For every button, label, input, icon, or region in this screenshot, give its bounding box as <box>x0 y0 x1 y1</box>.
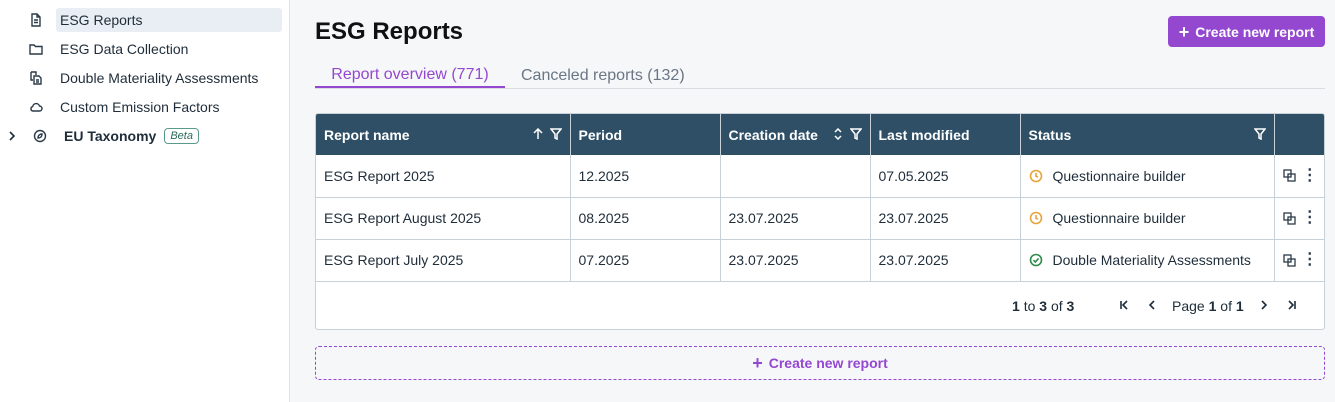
create-report-button[interactable]: + Create new report <box>1168 16 1325 47</box>
cell-report-name: ESG Report 2025 <box>316 155 571 198</box>
more-options-icon[interactable]: ⋮ <box>1302 210 1318 226</box>
first-page-icon[interactable] <box>1116 297 1132 313</box>
sort-icon[interactable] <box>832 128 844 140</box>
cell-actions: ⋮ <box>1274 197 1324 240</box>
column-header-status[interactable]: Status <box>1020 114 1275 155</box>
filter-icon[interactable] <box>549 128 562 140</box>
cell-last-modified: 07.05.2025 <box>870 155 1021 198</box>
sidebar-item-label: Double Materiality Assessments <box>60 70 259 86</box>
table-row[interactable]: ESG Report July 2025 07.2025 23.07.2025 … <box>316 239 1324 282</box>
cell-report-name: ESG Report August 2025 <box>316 197 571 240</box>
cell-report-name: ESG Report July 2025 <box>316 239 571 282</box>
table-row[interactable]: ESG Report August 2025 08.2025 23.07.202… <box>316 197 1324 240</box>
previous-page-icon[interactable] <box>1144 297 1160 313</box>
cell-status: Questionnaire builder <box>1020 155 1275 198</box>
sidebar-item-double-materiality[interactable]: Double Materiality Assessments <box>56 66 282 90</box>
reports-table: Report name Period Creation date Last mo… <box>315 113 1325 330</box>
column-header-creation-date[interactable]: Creation date <box>720 114 871 155</box>
sidebar-item-label: ESG Reports <box>60 12 143 28</box>
cell-last-modified: 23.07.2025 <box>870 197 1021 240</box>
row-count: 1 to 3 of 3 <box>1012 298 1075 314</box>
pagination: 1 to 3 of 3 Page 1 of 1 <box>316 282 1324 329</box>
page-indicator: Page 1 of 1 <box>1172 298 1244 314</box>
check-circle-icon <box>1029 253 1042 267</box>
chevron-right-icon[interactable] <box>6 128 18 144</box>
cell-status: Double Materiality Assessments <box>1020 239 1275 282</box>
more-options-icon[interactable]: ⋮ <box>1302 167 1318 183</box>
sort-ascending-icon[interactable] <box>532 128 544 140</box>
column-header-period[interactable]: Period <box>570 114 721 155</box>
sidebar-item-esg-reports[interactable]: ESG Reports <box>56 8 282 32</box>
copy-document-icon <box>28 70 44 86</box>
document-icon <box>28 12 44 28</box>
plus-icon: + <box>1178 21 1190 42</box>
create-report-label: Create new report <box>768 355 888 371</box>
column-header-actions <box>1274 114 1324 155</box>
cell-period: 07.2025 <box>570 239 721 282</box>
table-row[interactable]: ESG Report 2025 12.2025 07.05.2025 Quest… <box>316 155 1324 198</box>
sidebar-item-label: Custom Emission Factors <box>60 99 220 115</box>
table-header-row: Report name Period Creation date Last mo… <box>316 114 1324 155</box>
sidebar: ESG Reports ESG Data Collection Double M… <box>0 0 290 402</box>
cell-creation-date: 23.07.2025 <box>720 239 871 282</box>
cell-creation-date <box>720 155 871 198</box>
folder-icon <box>28 41 44 57</box>
sidebar-item-label: ESG Data Collection <box>60 41 189 57</box>
cell-creation-date: 23.07.2025 <box>720 197 871 240</box>
duplicate-icon[interactable] <box>1283 169 1296 182</box>
filter-icon[interactable] <box>849 128 862 140</box>
clock-icon <box>1029 211 1042 225</box>
page-title: ESG Reports <box>315 18 464 45</box>
leaf-icon <box>32 128 48 144</box>
tab-canceled-reports[interactable]: Canceled reports (132) <box>521 64 685 88</box>
column-header-last-modified[interactable]: Last modified <box>870 114 1021 155</box>
sidebar-item-esg-data-collection[interactable]: ESG Data Collection <box>56 37 282 61</box>
last-page-icon[interactable] <box>1284 297 1300 313</box>
cloud-icon <box>28 99 44 115</box>
next-page-icon[interactable] <box>1256 297 1272 313</box>
clock-icon <box>1029 169 1042 183</box>
cell-status: Questionnaire builder <box>1020 197 1275 240</box>
sidebar-item-eu-taxonomy[interactable]: EU Taxonomy Beta <box>60 124 286 148</box>
create-report-dashed-button[interactable]: + Create new report <box>315 346 1325 380</box>
plus-icon: + <box>752 353 763 373</box>
tab-bar: Report overview (771) Canceled reports (… <box>315 64 1325 89</box>
more-options-icon[interactable]: ⋮ <box>1302 252 1318 268</box>
cell-period: 08.2025 <box>570 197 721 240</box>
create-report-label: Create new report <box>1195 23 1315 40</box>
tab-report-overview[interactable]: Report overview (771) <box>315 64 505 88</box>
duplicate-icon[interactable] <box>1283 253 1296 267</box>
beta-badge: Beta <box>164 128 199 144</box>
sidebar-item-label: EU Taxonomy <box>64 128 157 144</box>
duplicate-icon[interactable] <box>1283 211 1296 225</box>
cell-actions: ⋮ <box>1274 155 1324 198</box>
cell-last-modified: 23.07.2025 <box>870 239 1021 282</box>
filter-icon[interactable] <box>1253 128 1266 140</box>
sidebar-item-custom-emission-factors[interactable]: Custom Emission Factors <box>56 95 282 119</box>
cell-actions: ⋮ <box>1274 239 1324 282</box>
column-header-report-name[interactable]: Report name <box>316 114 571 155</box>
cell-period: 12.2025 <box>570 155 721 198</box>
